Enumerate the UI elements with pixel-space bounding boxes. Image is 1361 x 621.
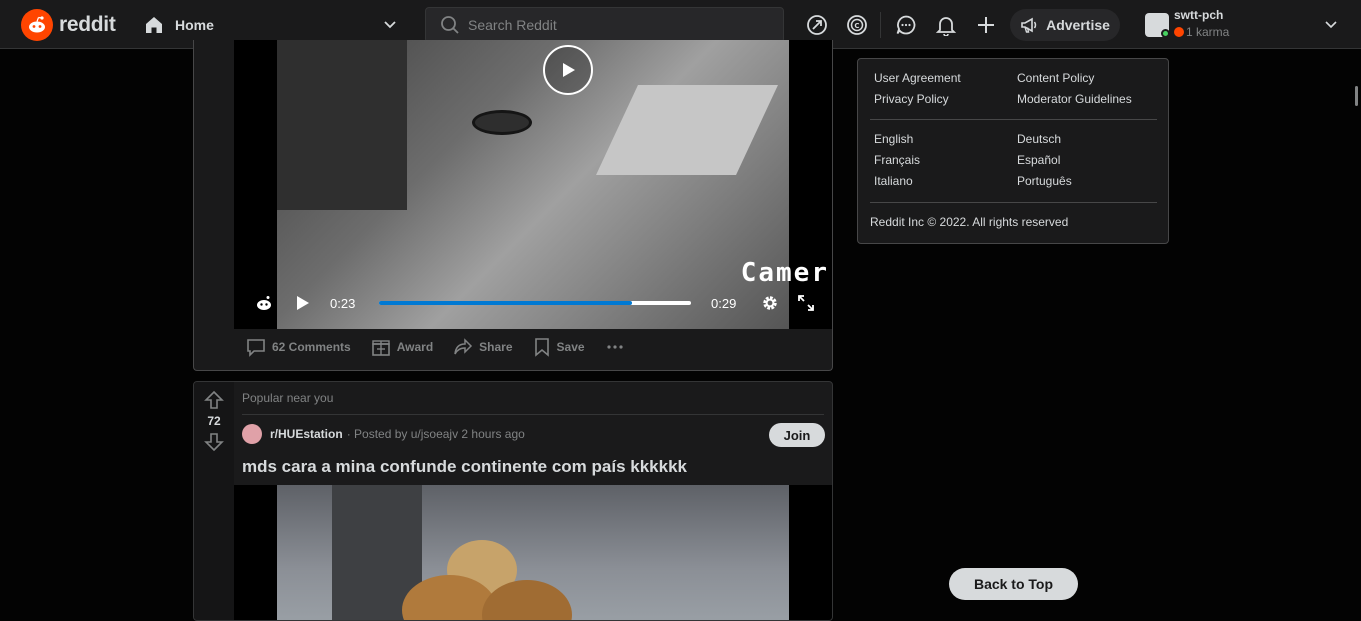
create-post-button[interactable] (971, 10, 1001, 40)
post-meta: r/HUEstation · Posted by u/jsoeajv 2 hou… (242, 424, 525, 444)
scrollbar-thumb[interactable] (1355, 86, 1358, 106)
footer-links-card: User Agreement Content Policy Privacy Po… (857, 58, 1169, 244)
comments-label: 62 Comments (272, 340, 351, 354)
create-post-icon (978, 17, 994, 33)
search-bar[interactable]: Search Reddit (425, 7, 784, 43)
language-francais[interactable]: Français (874, 153, 1017, 167)
post-card[interactable]: Camer 0:23 0:29 62 Comments Award Share (193, 40, 833, 371)
chevron-down-icon (1325, 21, 1337, 29)
join-button[interactable]: Join (769, 423, 825, 447)
username: swtt-pch (1174, 8, 1224, 22)
megaphone-icon (1021, 17, 1037, 33)
video-frame (277, 485, 789, 620)
video-player[interactable]: Camer 0:23 0:29 (234, 40, 832, 329)
link-content-policy[interactable]: Content Policy (1017, 71, 1160, 85)
award-icon (371, 340, 390, 356)
save-button[interactable]: Save (533, 337, 585, 357)
current-time: 0:23 (330, 296, 356, 311)
advertise-button[interactable]: Advertise (1010, 9, 1120, 41)
online-status-icon (1161, 29, 1170, 38)
notification-icon (935, 17, 957, 36)
karma-count: 1 karma (1174, 25, 1229, 39)
section-label: Popular near you (242, 391, 334, 405)
play-icon (563, 63, 575, 77)
karma-icon (1174, 27, 1184, 37)
subreddit-link[interactable]: r/HUEstation (270, 427, 343, 441)
posted-by: · Posted by u/jsoeajv 2 hours ago (346, 427, 525, 441)
bookmark-icon (534, 338, 549, 357)
comments-button[interactable]: 62 Comments (246, 337, 351, 357)
post-title[interactable]: mds cara a mina confunde continente com … (242, 457, 687, 477)
post-card[interactable]: 72 Popular near you r/HUEstation · Poste… (193, 381, 833, 621)
language-espanol[interactable]: Español (1017, 153, 1160, 167)
snoo-icon (21, 9, 53, 41)
share-icon (454, 338, 473, 355)
reddit-logo[interactable]: reddit (21, 9, 116, 41)
video-controls: 0:23 0:29 (234, 288, 832, 318)
more-options-button[interactable] (605, 337, 625, 357)
video-overlay-text: Camer (740, 258, 829, 288)
link-user-agreement[interactable]: User Agreement (874, 71, 1017, 85)
link-privacy-policy[interactable]: Privacy Policy (874, 92, 1017, 106)
coin-icon: C (847, 15, 867, 35)
video-frame: Camer (277, 40, 827, 329)
play-icon[interactable] (294, 295, 310, 311)
upvote-icon[interactable] (204, 390, 224, 410)
vote-count: 72 (207, 414, 221, 428)
progress-bar[interactable] (379, 301, 691, 305)
save-label: Save (556, 340, 585, 354)
search-input[interactable]: Search Reddit (468, 17, 557, 33)
progress-fill (379, 301, 632, 305)
language-links: English Deutsch Français Español Italian… (874, 132, 1160, 188)
comment-icon (247, 339, 265, 357)
language-portugues[interactable]: Português (1017, 174, 1160, 188)
more-icon (606, 345, 623, 349)
notifications-button[interactable] (931, 10, 961, 40)
snoo-mini-icon (257, 296, 271, 310)
svg-text:C: C (854, 22, 859, 30)
back-to-top-button[interactable]: Back to Top (949, 568, 1078, 600)
language-italiano[interactable]: Italiano (874, 174, 1017, 188)
settings-gear-icon[interactable] (761, 294, 779, 312)
subreddit-avatar[interactable] (242, 424, 262, 444)
video-frame-table (596, 85, 778, 175)
fullscreen-icon[interactable] (798, 295, 814, 311)
home-icon (146, 16, 162, 33)
share-label: Share (479, 340, 513, 354)
duration: 0:29 (711, 296, 737, 311)
chat-button[interactable] (891, 10, 921, 40)
home-label: Home (175, 16, 214, 33)
advertise-label: Advertise (1046, 17, 1110, 33)
coins-button[interactable]: C (842, 10, 872, 40)
copyright: Reddit Inc © 2022. All rights reserved (870, 215, 1069, 229)
popular-button[interactable] (802, 10, 832, 40)
policy-links: User Agreement Content Policy Privacy Po… (874, 71, 1160, 106)
video-frame-stool (472, 110, 532, 135)
video-frame-wall (277, 40, 407, 210)
language-english[interactable]: English (874, 132, 1017, 146)
search-icon (441, 16, 459, 34)
user-menu[interactable]: swtt-pch 1 karma (1145, 6, 1345, 44)
post-actions: 62 Comments Award Share Save (246, 337, 625, 357)
chat-icon (896, 15, 916, 35)
link-moderator-guidelines[interactable]: Moderator Guidelines (1017, 92, 1160, 106)
chevron-down-icon (384, 21, 396, 29)
divider (870, 202, 1157, 203)
downvote-icon[interactable] (204, 432, 224, 452)
play-overlay-button[interactable] (543, 45, 593, 95)
divider (242, 414, 824, 415)
divider (870, 119, 1157, 120)
divider (880, 12, 881, 38)
award-label: Award (396, 340, 434, 354)
share-button[interactable]: Share (453, 337, 513, 357)
karma-label: 1 karma (1186, 25, 1230, 39)
language-deutsch[interactable]: Deutsch (1017, 132, 1160, 146)
video-player[interactable] (234, 485, 832, 620)
logo-wordmark: reddit (59, 13, 116, 36)
vote-column: 72 (194, 382, 234, 620)
popular-icon (807, 15, 827, 35)
home-feed-dropdown[interactable]: Home (143, 8, 404, 41)
award-button[interactable]: Award (371, 337, 433, 357)
